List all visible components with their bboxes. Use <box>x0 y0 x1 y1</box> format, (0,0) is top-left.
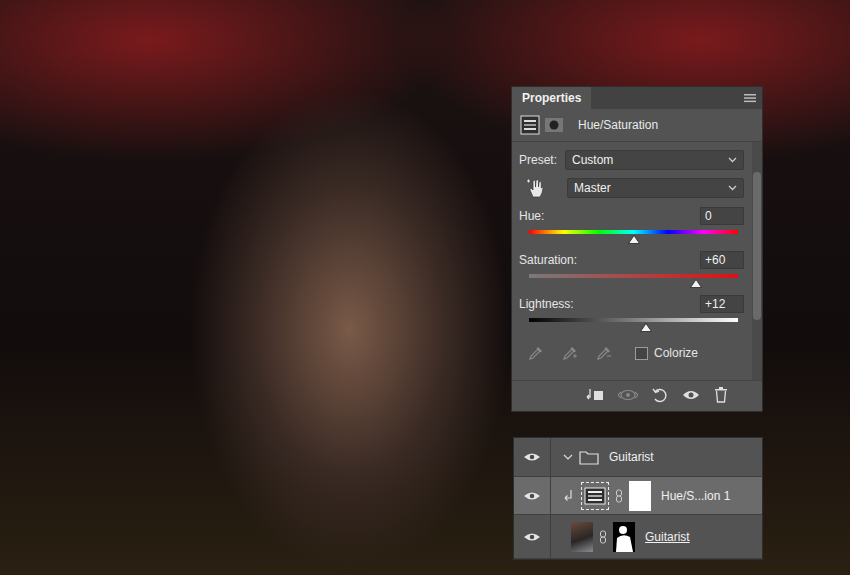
layer-name[interactable]: Hue/S...ion 1 <box>661 489 730 503</box>
reset-icon[interactable] <box>651 386 669 404</box>
layer-row[interactable]: Guitarist <box>514 515 762 559</box>
layers-panel: Guitarist Hue/S...ion 1 Guitarist <box>513 437 763 560</box>
adjustment-name: Hue/Saturation <box>578 118 658 132</box>
eyedropper-row: Colorize <box>519 344 744 362</box>
slider-row: Lightness: +12 <box>519 295 744 332</box>
panel-menu-icon[interactable] <box>744 93 756 103</box>
slider-label: Hue: <box>519 209 555 223</box>
folder-icon <box>579 449 599 465</box>
preset-label: Preset: <box>519 153 557 167</box>
toggle-visibility-eye-icon[interactable] <box>681 387 701 403</box>
eyedropper-icon[interactable] <box>527 344 545 362</box>
eye-icon[interactable] <box>523 451 541 463</box>
eyedropper-icon[interactable] <box>561 344 579 362</box>
chain-link-icon[interactable] <box>615 489 623 503</box>
adjustment-thumbnail[interactable] <box>581 482 609 510</box>
layer-thumbnail[interactable] <box>571 522 593 552</box>
channel-row: Master <box>519 176 744 200</box>
scrollbar[interactable] <box>752 142 762 380</box>
preset-row: Preset: Custom <box>519 148 744 172</box>
delete-trash-icon[interactable] <box>713 386 729 404</box>
slider-thumb[interactable] <box>628 235 640 244</box>
layer-mask-thumbnail[interactable] <box>613 522 635 552</box>
clip-to-layer-icon[interactable] <box>585 387 605 403</box>
group-expand-chevron-icon[interactable] <box>563 452 573 462</box>
slider[interactable] <box>529 272 738 288</box>
panel-header: Properties <box>512 87 762 109</box>
slider-label: Lightness: <box>519 297 574 311</box>
slider[interactable] <box>529 316 738 332</box>
slider-row: Saturation: +60 <box>519 251 744 288</box>
properties-tab[interactable]: Properties <box>512 87 591 109</box>
slider-value-field[interactable]: 0 <box>700 207 744 225</box>
layer-mask-thumbnail[interactable] <box>629 481 651 511</box>
targeted-adjustment-hand-icon[interactable] <box>525 177 547 199</box>
clipping-arrow-icon <box>563 489 575 503</box>
hue-saturation-icon <box>584 487 606 505</box>
slider-thumb[interactable] <box>640 323 652 332</box>
properties-footer <box>512 380 762 411</box>
eyedropper-icon[interactable] <box>595 344 613 362</box>
slider-row: Hue: 0 <box>519 207 744 244</box>
slider-track <box>529 230 738 234</box>
scrollbar-thumb[interactable] <box>753 172 761 320</box>
slider-track <box>529 274 738 278</box>
layer-name[interactable]: Guitarist <box>645 530 690 544</box>
eye-icon[interactable] <box>523 490 541 502</box>
visibility-cell[interactable] <box>514 438 551 476</box>
properties-panel: Properties Hue/Saturation Preset: Custom Mas… <box>511 86 763 412</box>
colorize-checkbox[interactable]: Colorize <box>635 346 698 360</box>
slider-value-field[interactable]: +60 <box>700 251 744 269</box>
chain-link-icon[interactable] <box>599 530 607 544</box>
preset-dropdown[interactable]: Custom <box>565 150 744 170</box>
properties-body: Preset: Custom Master Hue: 0 Saturation: +60 Li… <box>512 142 762 380</box>
slider-thumb[interactable] <box>690 279 702 288</box>
layer-row[interactable]: Hue/S...ion 1 <box>514 477 762 515</box>
view-previous-state-icon[interactable] <box>617 387 639 403</box>
layer-name[interactable]: Guitarist <box>609 450 654 464</box>
silhouette-mask-icon <box>613 522 635 552</box>
chevron-down-icon <box>728 185 737 191</box>
adjustment-layer-icon[interactable] <box>520 115 540 135</box>
eye-icon[interactable] <box>523 531 541 543</box>
checkbox-box <box>635 347 648 360</box>
visibility-cell[interactable] <box>514 477 551 514</box>
colorize-label: Colorize <box>654 346 698 360</box>
layer-row[interactable]: Guitarist <box>514 438 762 477</box>
slider-value-field[interactable]: +12 <box>700 295 744 313</box>
slider-track <box>529 318 738 322</box>
slider-label: Saturation: <box>519 253 577 267</box>
slider[interactable] <box>529 228 738 244</box>
adjustment-title-row: Hue/Saturation <box>512 109 762 142</box>
photoshop-screen: Properties Hue/Saturation Preset: Custom Mas… <box>0 0 850 575</box>
channel-dropdown[interactable]: Master <box>567 178 744 198</box>
visibility-cell[interactable] <box>514 515 551 558</box>
chevron-down-icon <box>728 157 737 163</box>
mask-icon[interactable] <box>544 115 564 135</box>
